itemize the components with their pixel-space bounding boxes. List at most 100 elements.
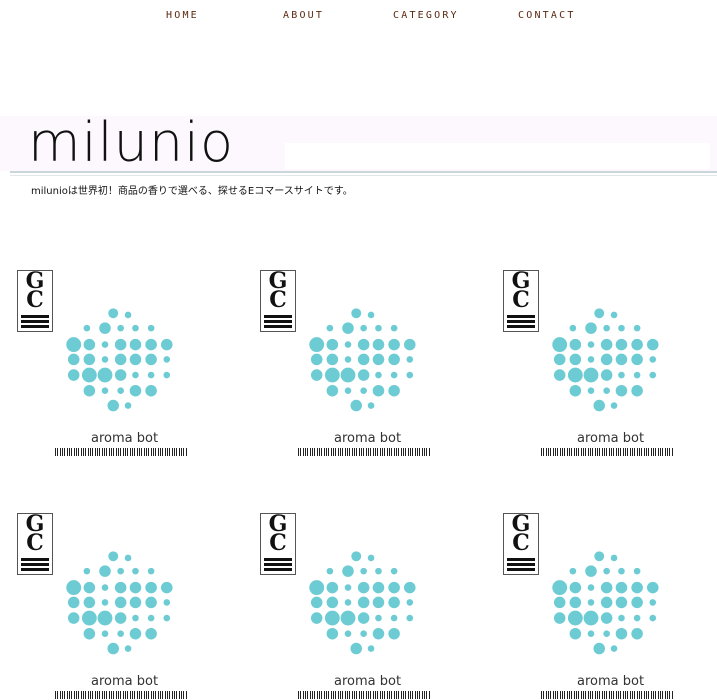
aroma-dot xyxy=(593,399,605,412)
aroma-dot xyxy=(147,614,155,622)
product-card[interactable]: G C aroma bot xyxy=(17,513,207,700)
aroma-dot xyxy=(83,627,96,640)
aroma-dot xyxy=(647,338,659,351)
aroma-dot xyxy=(631,338,643,351)
aroma-dot xyxy=(360,387,367,394)
aroma-dot xyxy=(132,567,139,575)
aroma-dot xyxy=(633,614,641,622)
gc-badge-stripe xyxy=(507,325,535,328)
aroma-dot xyxy=(324,610,340,626)
aroma-dot xyxy=(101,387,109,394)
aroma-dot xyxy=(610,311,618,319)
aroma-dot xyxy=(569,353,582,366)
aroma-dot xyxy=(600,353,613,366)
aroma-dot xyxy=(67,596,80,609)
aroma-dot xyxy=(108,551,119,562)
aroma-dot xyxy=(326,627,339,640)
gc-badge-icon: G C xyxy=(17,513,53,575)
aroma-dot xyxy=(567,367,583,383)
product-card[interactable]: G C aroma bot xyxy=(260,270,450,470)
nav-about[interactable]: ABOUT xyxy=(283,10,324,21)
aroma-dot xyxy=(326,567,334,575)
aroma-dot xyxy=(357,369,370,381)
aroma-dot xyxy=(129,384,142,397)
aroma-dot xyxy=(406,371,414,379)
aroma-dot xyxy=(101,599,109,606)
aroma-dot xyxy=(390,567,398,575)
aroma-dot-pattern xyxy=(552,308,659,412)
aroma-dot xyxy=(615,353,628,366)
aroma-dot xyxy=(83,338,96,351)
aroma-dot xyxy=(147,567,155,575)
aroma-dot xyxy=(326,581,339,594)
aroma-dot xyxy=(600,612,613,624)
aroma-dot xyxy=(569,384,582,397)
barcode-icon xyxy=(55,691,187,699)
aroma-dot xyxy=(569,324,577,332)
product-card[interactable]: G C aroma bot xyxy=(503,513,693,700)
aroma-dot xyxy=(350,399,362,412)
aroma-dot xyxy=(324,367,340,383)
gc-badge-stripe xyxy=(21,325,49,328)
aroma-dot xyxy=(67,369,80,381)
aroma-dot xyxy=(161,338,173,351)
aroma-dot xyxy=(114,353,127,366)
aroma-dot xyxy=(367,402,375,409)
aroma-dot xyxy=(587,356,595,363)
aroma-dot xyxy=(569,627,582,640)
product-card[interactable]: G C aroma bot xyxy=(17,270,207,470)
aroma-dot xyxy=(367,645,375,652)
aroma-dot xyxy=(375,567,382,575)
nav-category[interactable]: CATEGORY xyxy=(393,10,459,21)
aroma-dot xyxy=(310,612,323,624)
aroma-dot xyxy=(129,581,142,594)
aroma-dot xyxy=(101,356,109,363)
aroma-dot xyxy=(114,612,127,624)
aroma-dot xyxy=(114,596,127,609)
site-logo[interactable]: milunio xyxy=(28,112,234,174)
aroma-dot xyxy=(631,384,643,397)
product-card[interactable]: G C aroma bot xyxy=(503,270,693,470)
aroma-dot xyxy=(404,581,416,594)
aroma-dot xyxy=(114,581,127,594)
aroma-dot xyxy=(553,596,566,609)
aroma-dot xyxy=(107,642,119,655)
gc-badge-stripe xyxy=(507,315,535,318)
aroma-dot xyxy=(615,581,628,594)
aroma-dot xyxy=(117,324,124,332)
aroma-dot xyxy=(310,353,323,366)
aroma-dot xyxy=(390,324,398,332)
aroma-dot xyxy=(587,387,595,394)
aroma-dot xyxy=(593,642,605,655)
hero-search-area xyxy=(285,143,710,169)
aroma-dot xyxy=(633,567,641,575)
aroma-dot xyxy=(344,356,352,363)
aroma-dot xyxy=(340,367,356,383)
barcode-icon xyxy=(541,448,673,456)
gc-badge-stripe xyxy=(264,315,292,318)
aroma-dot xyxy=(610,402,618,409)
aroma-dot xyxy=(107,399,119,412)
nav-contact[interactable]: CONTACT xyxy=(518,10,576,21)
gc-badge-icon: G C xyxy=(503,513,539,575)
aroma-dot xyxy=(342,565,354,577)
aroma-dot xyxy=(375,324,382,332)
aroma-dot xyxy=(633,324,641,332)
aroma-dot xyxy=(600,338,613,351)
aroma-dot xyxy=(344,387,352,394)
aroma-dot xyxy=(388,338,400,351)
barcode-icon xyxy=(298,691,430,699)
product-card[interactable]: G C aroma bot xyxy=(260,513,450,700)
gc-badge-icon: G C xyxy=(17,270,53,332)
aroma-dot xyxy=(145,627,157,640)
aroma-dot xyxy=(310,596,323,609)
aroma-dot xyxy=(649,371,657,379)
aroma-dot xyxy=(81,610,97,626)
gc-badge-letters: G C xyxy=(511,511,531,556)
aroma-dot-pattern xyxy=(309,551,416,655)
gc-badge-stripe xyxy=(21,315,49,318)
gc-badge-stripe xyxy=(264,320,292,323)
aroma-dot xyxy=(610,554,618,562)
nav-home[interactable]: HOME xyxy=(166,10,199,21)
aroma-dot xyxy=(357,353,370,366)
